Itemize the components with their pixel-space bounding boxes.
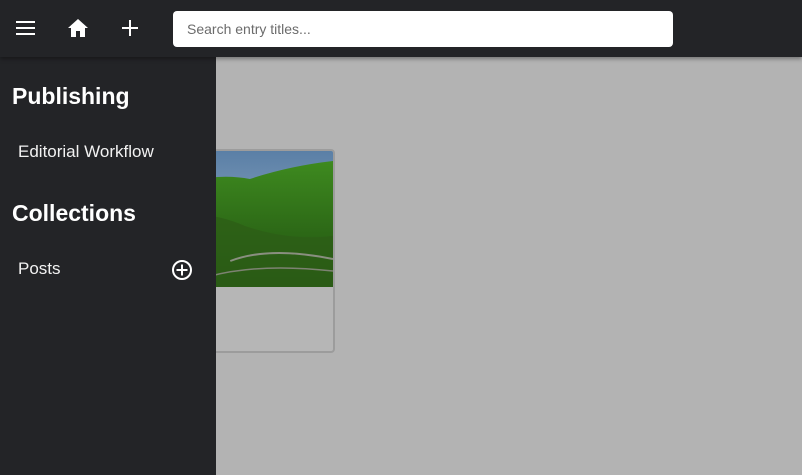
top-app-bar [0, 0, 802, 57]
collections-heading: Collections [12, 200, 136, 226]
hamburger-menu-icon[interactable] [12, 14, 40, 42]
home-icon[interactable] [64, 14, 92, 42]
sidebar-item-posts[interactable]: Posts [18, 259, 61, 279]
search-input[interactable] [173, 11, 673, 47]
app-window: Publishing Editorial Workflow Collection… [0, 0, 802, 475]
circle-plus-icon[interactable] [171, 259, 193, 281]
plus-icon[interactable] [116, 14, 144, 42]
sidebar: Publishing Editorial Workflow Collection… [0, 57, 216, 475]
sidebar-item-editorial-workflow[interactable]: Editorial Workflow [18, 142, 154, 162]
publishing-heading: Publishing [12, 83, 130, 109]
